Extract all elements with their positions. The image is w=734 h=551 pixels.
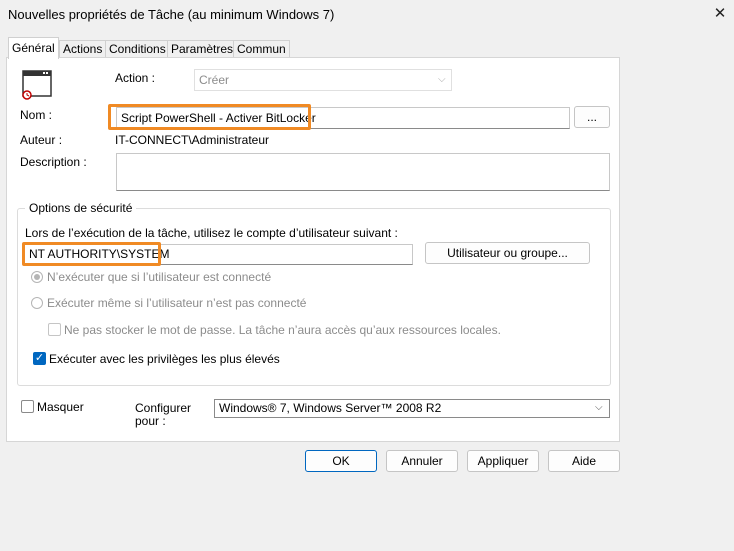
account-input[interactable]: NT AUTHORITY\SYSTEM xyxy=(24,244,413,265)
author-value: IT-CONNECT\Administrateur xyxy=(115,133,270,147)
window-title: Nouvelles propriétés de Tâche (au minimu… xyxy=(8,7,335,22)
security-group-label: Options de sécurité xyxy=(25,201,137,215)
action-select-value: Créer xyxy=(199,73,230,87)
tab-general[interactable]: Général xyxy=(8,37,59,59)
radio-any-user-label: Exécuter même si l’utilisateur n’est pas… xyxy=(47,296,307,310)
no-store-password-label: Ne pas stocker le mot de passe. La tâche… xyxy=(64,323,501,337)
highest-privileges-label: Exécuter avec les privilèges les plus él… xyxy=(49,352,280,366)
hide-label: Masquer xyxy=(37,400,84,414)
radio-logged-on-label: N’exécuter que si l’utilisateur est conn… xyxy=(47,270,272,284)
name-label: Nom : xyxy=(20,108,53,122)
cancel-button[interactable]: Annuler xyxy=(386,450,458,472)
tab-actions[interactable]: Actions xyxy=(59,40,107,58)
name-input[interactable]: Script PowerShell - Activer BitLocker xyxy=(116,107,570,129)
tab-conditions[interactable]: Conditions xyxy=(105,40,170,58)
configure-select[interactable]: Windows® 7, Windows Server™ 2008 R2 xyxy=(214,399,610,418)
user-group-button[interactable]: Utilisateur ou groupe... xyxy=(425,242,590,264)
close-icon[interactable]: ✕ xyxy=(710,4,730,24)
author-label: Auteur : xyxy=(20,133,63,147)
account-input-value: NT AUTHORITY\SYSTEM xyxy=(29,247,170,261)
apply-button[interactable]: Appliquer xyxy=(467,450,539,472)
configure-label: Configurer xyxy=(135,401,192,415)
radio-logged-on[interactable] xyxy=(31,271,43,283)
description-input[interactable] xyxy=(116,153,610,191)
tab-commun[interactable]: Commun xyxy=(233,40,290,58)
run-as-prompt: Lors de l’exécution de la tâche, utilise… xyxy=(25,226,398,240)
browse-button[interactable]: ... xyxy=(574,106,610,128)
chevron-down-icon: ⌵ xyxy=(438,74,446,85)
ok-button[interactable]: OK xyxy=(305,450,377,472)
configure-label-suffix: pour : xyxy=(135,414,166,428)
no-store-password-checkbox[interactable] xyxy=(48,323,61,336)
hide-checkbox[interactable] xyxy=(21,400,34,413)
task-icon xyxy=(21,70,53,100)
action-select[interactable]: Créer xyxy=(194,69,452,91)
chevron-down-icon: ⌵ xyxy=(595,402,603,413)
radio-any-user[interactable] xyxy=(31,297,43,309)
name-input-value: Script PowerShell - Activer BitLocker xyxy=(121,111,316,125)
help-button[interactable]: Aide xyxy=(548,450,620,472)
action-label: Action : xyxy=(115,71,156,85)
configure-select-value: Windows® 7, Windows Server™ 2008 R2 xyxy=(219,401,442,415)
tab-parametres[interactable]: Paramètres xyxy=(167,40,238,58)
description-label: Description : xyxy=(20,155,87,169)
general-panel: Action : Créer ⌵ Nom : Script PowerShell… xyxy=(6,57,620,442)
highest-privileges-checkbox[interactable]: ✓ xyxy=(33,352,46,365)
